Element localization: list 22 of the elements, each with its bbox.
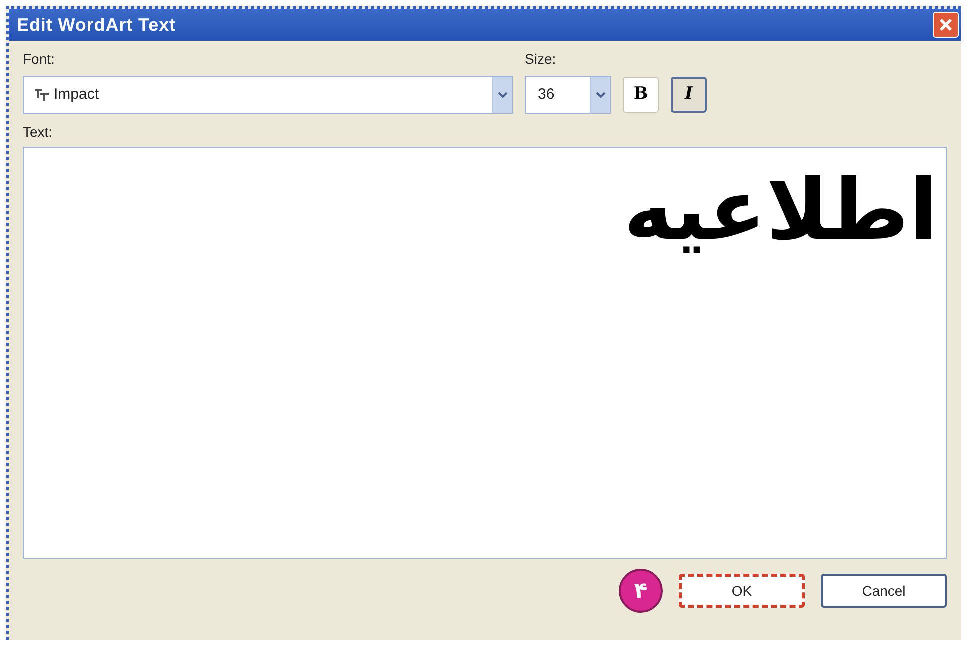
window-title: Edit WordArt Text <box>17 14 176 36</box>
cancel-button[interactable]: Cancel <box>821 574 947 608</box>
close-button[interactable] <box>933 12 959 38</box>
text-value: اطلاعیه <box>624 168 938 252</box>
italic-button[interactable]: I <box>671 77 707 113</box>
font-dropdown[interactable]: Impact <box>23 76 513 114</box>
chevron-down-icon <box>596 92 606 98</box>
ok-button[interactable]: OK <box>679 574 805 608</box>
size-label: Size: <box>525 50 558 69</box>
dropdown-button[interactable] <box>492 77 512 113</box>
chevron-down-icon <box>498 92 508 98</box>
bold-button[interactable]: B <box>623 77 659 113</box>
text-area[interactable]: اطلاعیه <box>23 147 947 559</box>
size-dropdown[interactable]: 36 <box>525 76 611 114</box>
text-label: Text: <box>23 123 54 142</box>
font-value: Impact <box>54 84 100 105</box>
font-type-icon <box>34 88 50 102</box>
close-icon <box>939 18 953 32</box>
font-label: Font: <box>23 50 56 69</box>
size-value: 36 <box>538 84 556 105</box>
dropdown-button[interactable] <box>590 77 610 113</box>
step-badge: ۴ <box>619 569 663 613</box>
